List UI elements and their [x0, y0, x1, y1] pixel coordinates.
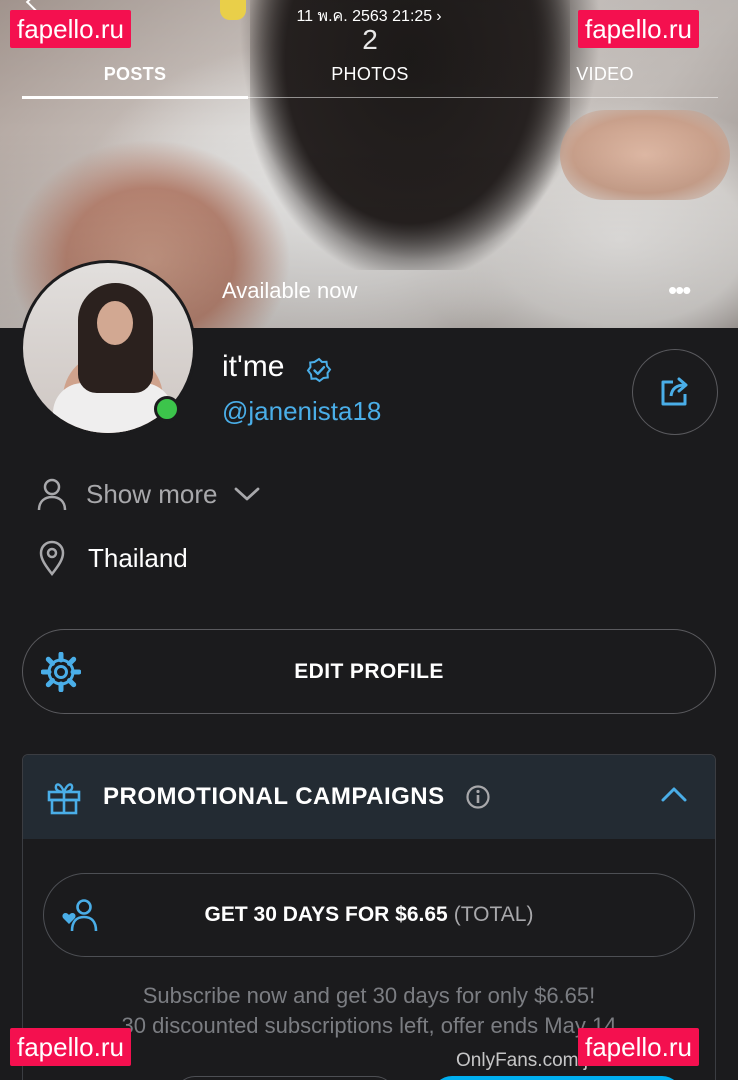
subscription-offer-button[interactable]: GET 30 DAYS FOR $6.65 (TOTAL)	[43, 873, 695, 957]
show-more-toggle[interactable]: Show more	[36, 476, 262, 512]
location-pin-icon	[39, 540, 65, 577]
more-dots-icon[interactable]: •••	[668, 277, 691, 303]
watermark-badge: fapello.ru	[578, 10, 699, 48]
edit-profile-button[interactable]: EDIT PROFILE	[22, 629, 716, 714]
location-row: Thailand	[36, 539, 188, 577]
profile-tabs: POSTS 2 PHOTOS VIDEO	[22, 24, 718, 100]
promo-title: PROMOTIONAL CAMPAIGNS	[103, 783, 445, 810]
chevron-down-icon	[234, 487, 259, 501]
tab-label: POSTS	[103, 64, 167, 84]
share-button[interactable]	[632, 349, 718, 435]
tab-count: 2	[362, 24, 378, 55]
partial-button[interactable]	[432, 1076, 682, 1080]
subscriber-heart-icon	[62, 899, 98, 932]
avatar-part	[97, 301, 133, 345]
show-more-label: Show more	[86, 478, 218, 509]
tab-label: PHOTOS	[331, 64, 409, 84]
profile-handle[interactable]: @janenista18	[222, 396, 381, 427]
info-icon[interactable]	[465, 784, 491, 810]
chevron-up-icon[interactable]	[659, 783, 689, 807]
user-icon	[37, 478, 67, 511]
promo-header[interactable]: PROMOTIONAL CAMPAIGNS	[23, 755, 715, 839]
gear-icon	[41, 652, 81, 692]
status-time-text: 11 พ.ค. 2563 21:25	[296, 8, 433, 25]
share-icon	[661, 377, 688, 406]
location-text: Thailand	[88, 542, 188, 573]
partial-button[interactable]	[175, 1076, 395, 1080]
verified-check-icon	[306, 357, 332, 383]
active-tab-indicator	[22, 96, 248, 99]
gift-icon	[47, 783, 81, 815]
watermark-badge: fapello.ru	[10, 1028, 131, 1066]
profile-display-name: it'me	[222, 350, 285, 383]
offer-label: GET 30 DAYS FOR $6.65	[204, 903, 448, 926]
watermark-badge: fapello.ru	[578, 1028, 699, 1066]
offer-suffix: (TOTAL)	[453, 903, 534, 926]
watermark-badge: fapello.ru	[10, 10, 131, 48]
promo-desc-line: Subscribe now and get 30 days for only $…	[142, 983, 596, 1008]
status-chevron: ›	[436, 8, 442, 25]
availability-status: Available now	[222, 278, 358, 303]
edit-profile-label: EDIT PROFILE	[294, 659, 444, 683]
tab-photos[interactable]: 2 PHOTOS	[257, 24, 483, 85]
online-status-indicator	[154, 396, 180, 422]
tab-label: VIDEO	[576, 64, 634, 84]
